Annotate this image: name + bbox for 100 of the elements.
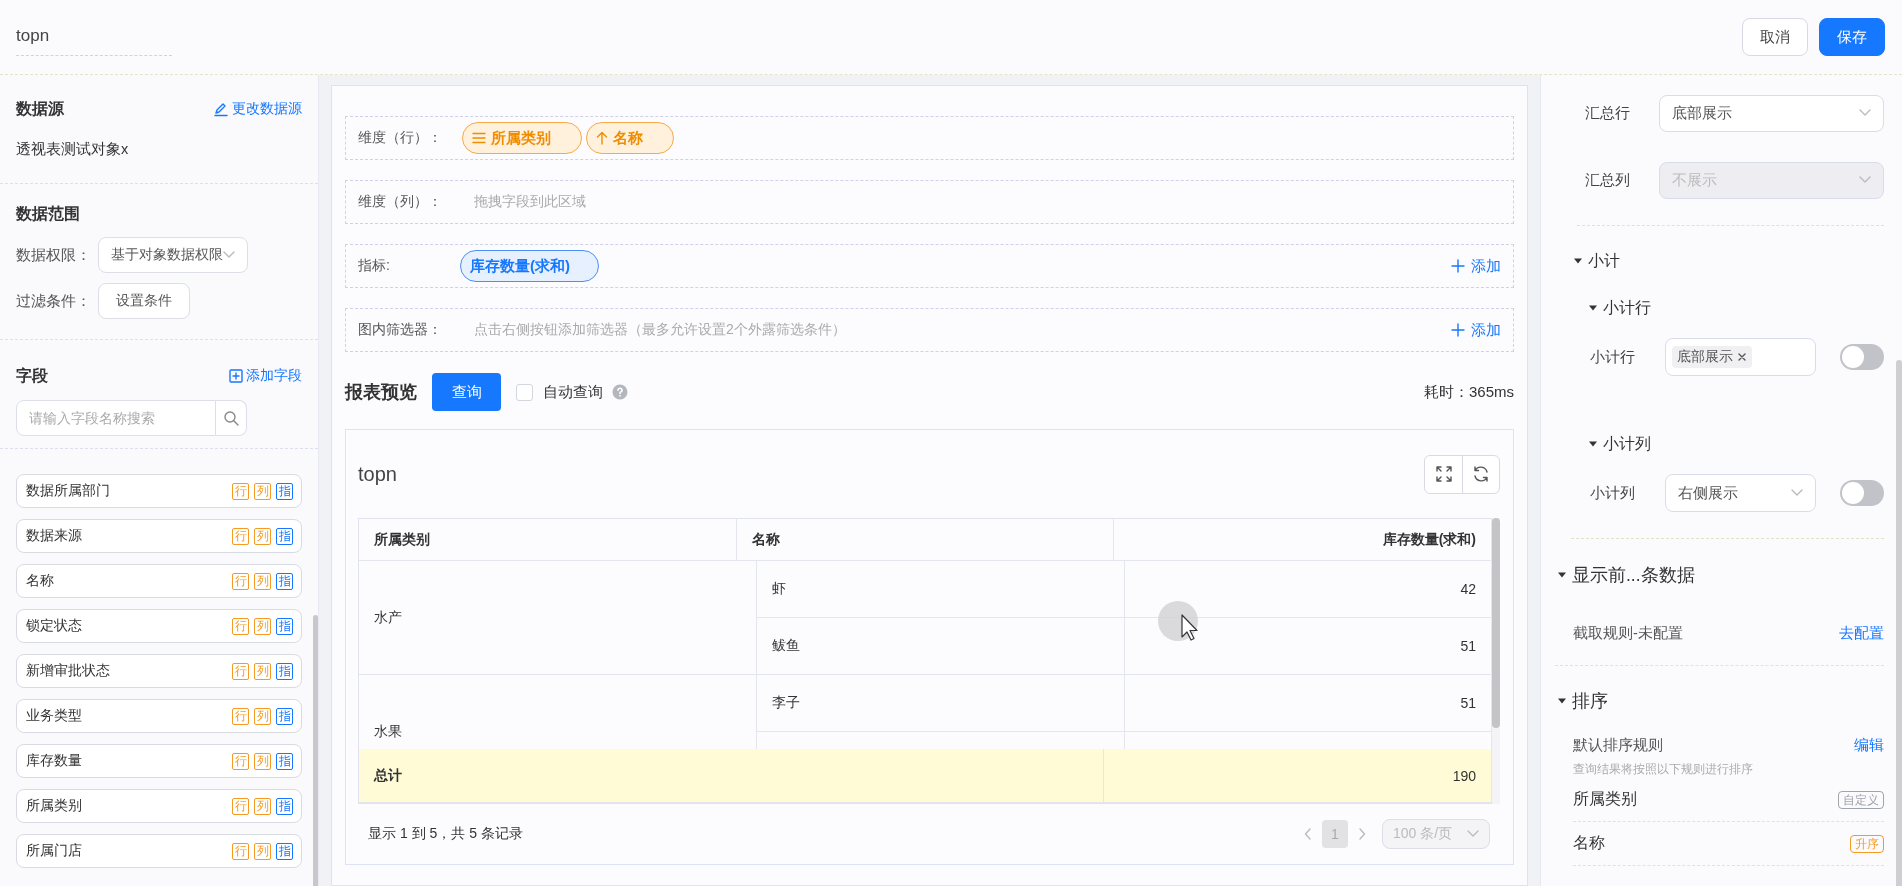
field-tag[interactable]: 指 <box>276 527 293 545</box>
field-tag[interactable]: 指 <box>276 707 293 725</box>
toggle-switch[interactable] <box>1840 344 1884 370</box>
field-label: 汇总列 <box>1585 170 1631 190</box>
field-tag[interactable]: 列 <box>254 572 271 590</box>
field-label: 过滤条件： <box>16 291 92 311</box>
sort-field: 名称 <box>1573 833 1605 854</box>
configure-link[interactable]: 去配置 <box>1839 624 1884 643</box>
edit-link[interactable]: 编辑 <box>1854 736 1884 755</box>
table-cell: 水产 <box>359 561 758 675</box>
field-name: 数据来源 <box>26 527 82 545</box>
caret-down-icon <box>1588 439 1598 449</box>
subtotal-tags-field[interactable]: 底部展示 <box>1665 338 1816 376</box>
field-tag[interactable]: 指 <box>276 797 293 815</box>
add-link[interactable]: 添加 <box>1451 256 1501 276</box>
list-icon <box>472 131 486 145</box>
field-tag[interactable]: 行 <box>232 482 249 500</box>
set-condition-button[interactable]: 设置条件 <box>98 283 190 319</box>
field-tag[interactable]: 行 <box>232 617 249 635</box>
field-name: 库存数量 <box>26 752 82 770</box>
sort-tag: 自定义 <box>1838 790 1884 809</box>
chevron-left-icon <box>1304 828 1312 840</box>
section-title: 小计 <box>1588 250 1620 271</box>
section-header[interactable]: 显示前...条数据 <box>1541 562 1884 588</box>
field-label: 小计行 <box>1590 347 1636 367</box>
select-value: 右侧展示 <box>1678 483 1738 503</box>
help-icon <box>612 384 628 400</box>
field-item[interactable]: 业务类型 行 列 指 <box>16 699 302 733</box>
scrollbar[interactable] <box>313 615 318 886</box>
field-item[interactable]: 所属门店 行 列 指 <box>16 834 302 868</box>
summary-select[interactable]: 底部展示 <box>1659 94 1884 132</box>
toggle-switch[interactable] <box>1840 480 1884 506</box>
change-datasource-link[interactable]: 更改数据源 <box>213 100 302 118</box>
section-header[interactable]: 小计行 <box>1541 295 1884 321</box>
field-tag[interactable]: 列 <box>254 617 271 635</box>
field-item[interactable]: 名称 行 列 指 <box>16 564 302 598</box>
field-item[interactable]: 新增审批状态 行 列 指 <box>16 654 302 688</box>
field-item[interactable]: 锁定状态 行 列 指 <box>16 609 302 643</box>
rule-status: 截取规则-未配置 <box>1573 624 1683 643</box>
scrollbar[interactable] <box>1896 360 1902 886</box>
zone-hint: 拖拽字段到此区域 <box>474 193 586 211</box>
chevron-down-icon <box>1467 830 1479 838</box>
report-title-field[interactable]: topn <box>16 18 172 56</box>
column-header[interactable]: 名称 <box>736 519 1115 561</box>
section-title: 排序 <box>1572 690 1608 713</box>
section-header[interactable]: 排序 <box>1541 688 1884 714</box>
add-link[interactable]: 添加 <box>1451 320 1501 340</box>
field-tag[interactable]: 指 <box>276 572 293 590</box>
field-label: 数据权限： <box>16 245 92 265</box>
pagination-summary: 显示 1 到 5，共 5 条记录 <box>368 825 523 843</box>
plus-square-icon <box>229 369 243 383</box>
field-tag[interactable]: 列 <box>254 752 271 770</box>
field-tag[interactable]: 行 <box>232 752 249 770</box>
section-header[interactable]: 小计 <box>1541 248 1884 274</box>
field-tag[interactable]: 指 <box>276 752 293 770</box>
field-item[interactable]: 库存数量 行 列 指 <box>16 744 302 778</box>
query-button[interactable]: 查询 <box>432 373 501 411</box>
plus-icon <box>1451 259 1465 273</box>
field-tag[interactable]: 指 <box>276 842 293 860</box>
field-tag[interactable]: 列 <box>254 662 271 680</box>
field-label: 小计列 <box>1590 483 1636 503</box>
field-tag[interactable]: 列 <box>254 797 271 815</box>
field-tag[interactable]: 行 <box>232 572 249 590</box>
field-tag[interactable]: 行 <box>232 662 249 680</box>
field-item[interactable]: 所属类别 行 列 指 <box>16 789 302 823</box>
save-button[interactable]: 保存 <box>1819 18 1885 56</box>
field-tag[interactable]: 指 <box>276 662 293 680</box>
field-chip[interactable]: 库存数量(求和) <box>460 250 599 282</box>
column-header[interactable]: 所属类别 <box>359 519 737 561</box>
selected-tag[interactable]: 底部展示 <box>1672 346 1752 368</box>
field-chip[interactable]: 所属类别 <box>462 122 582 154</box>
plus-icon <box>1451 323 1465 337</box>
permission-select[interactable]: 基于对象数据权限 <box>98 237 248 273</box>
scrollbar[interactable] <box>1492 518 1500 728</box>
auto-query-checkbox[interactable] <box>516 383 533 401</box>
field-tag[interactable]: 列 <box>254 482 271 500</box>
field-tag[interactable]: 行 <box>232 842 249 860</box>
add-field-link[interactable]: 添加字段 <box>229 367 302 385</box>
field-tag[interactable]: 行 <box>232 797 249 815</box>
field-tag[interactable]: 列 <box>254 842 271 860</box>
zone-hint: 点击右侧按钮添加筛选器（最多允许设置2个外露筛选条件） <box>474 321 846 339</box>
caret-down-icon <box>1557 696 1567 706</box>
cancel-button[interactable]: 取消 <box>1742 18 1808 56</box>
table-cell: 虾 <box>757 561 1125 618</box>
subtotal-select[interactable]: 右侧展示 <box>1665 474 1816 512</box>
field-tag[interactable]: 行 <box>232 527 249 545</box>
field-tag[interactable]: 行 <box>232 707 249 725</box>
field-tag[interactable]: 列 <box>254 707 271 725</box>
search-field[interactable]: 请输入字段名称搜索 <box>16 400 216 436</box>
search-button[interactable] <box>216 400 247 436</box>
section-title: 字段 <box>16 365 48 386</box>
section-header[interactable]: 小计列 <box>1541 431 1884 457</box>
field-tag[interactable]: 列 <box>254 527 271 545</box>
field-tag[interactable]: 指 <box>276 617 293 635</box>
field-tag[interactable]: 指 <box>276 482 293 500</box>
total-label: 总计 <box>359 749 1104 803</box>
field-item[interactable]: 数据来源 行 列 指 <box>16 519 302 553</box>
column-header[interactable]: 库存数量(求和) <box>1114 519 1492 561</box>
field-item[interactable]: 数据所属部门 行 列 指 <box>16 474 302 508</box>
field-chip[interactable]: 名称 <box>586 122 674 154</box>
